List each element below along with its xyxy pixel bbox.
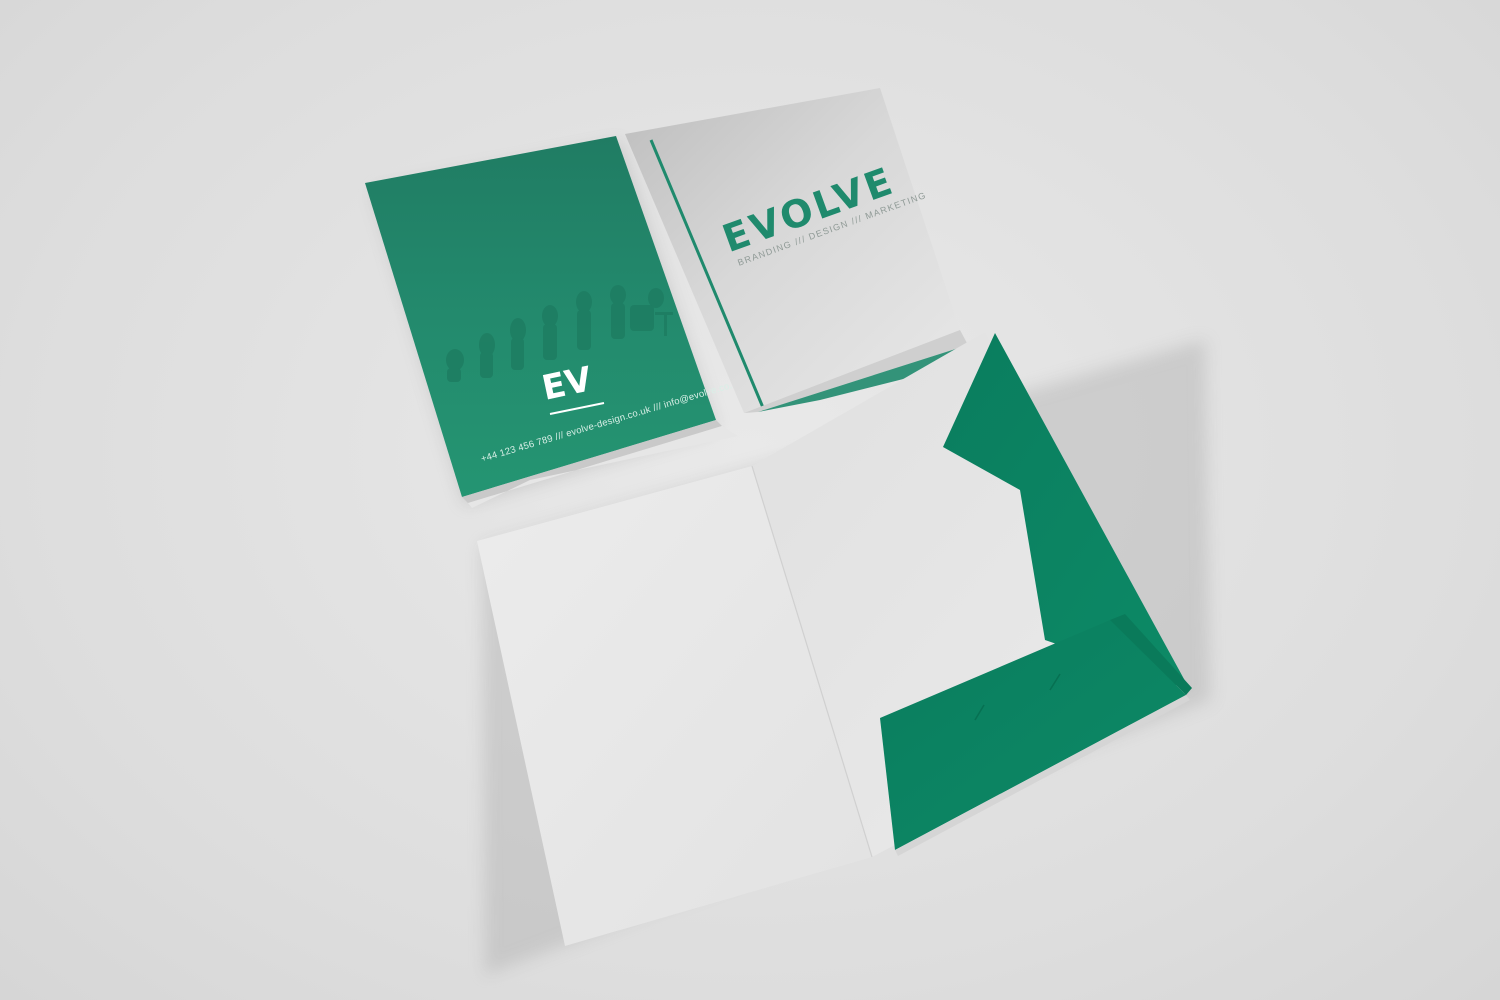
folder-mockup: EV +44 123 456 789 /// evolve-design.co.… bbox=[365, 88, 1210, 975]
mockup-scene: EV +44 123 456 789 /// evolve-design.co.… bbox=[0, 0, 1500, 1000]
